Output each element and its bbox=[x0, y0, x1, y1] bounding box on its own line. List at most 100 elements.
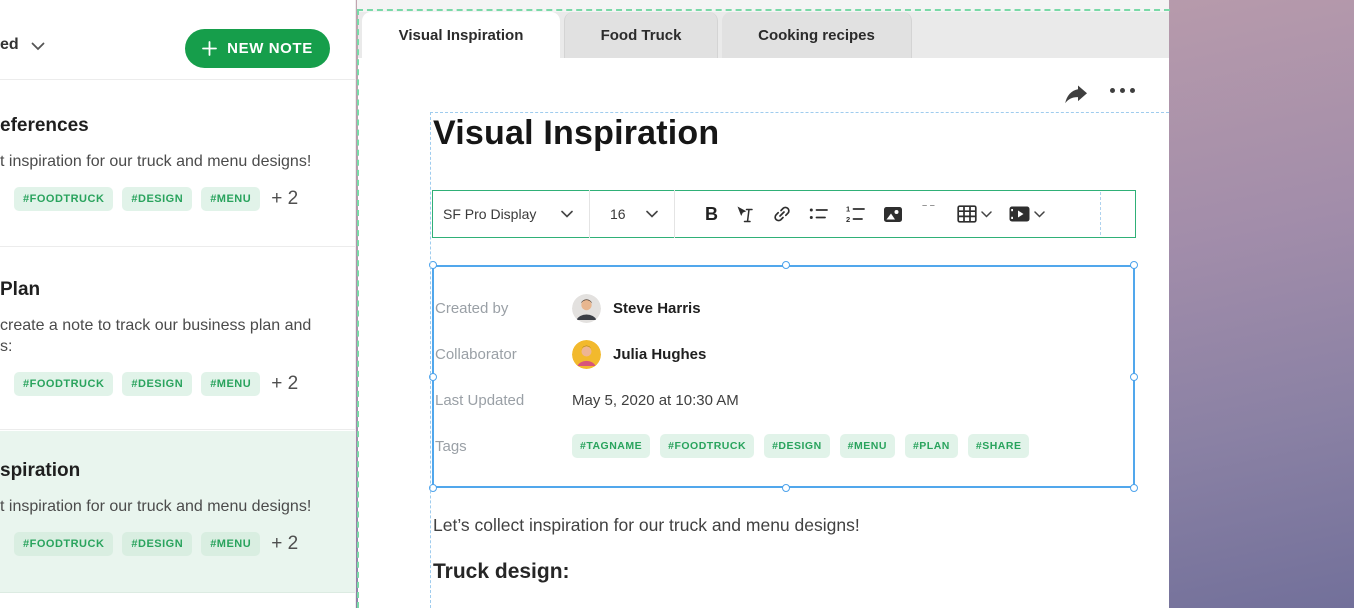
share-arrow-icon[interactable] bbox=[1063, 84, 1089, 108]
meta-row-last-updated: Last Updated May 5, 2020 at 10:30 AM bbox=[435, 385, 1125, 415]
tab-food-truck[interactable]: Food Truck bbox=[564, 12, 718, 58]
bulleted-list-icon[interactable] bbox=[809, 206, 829, 222]
tag-chip[interactable]: #SHARE bbox=[968, 434, 1030, 458]
toolbar-icons: B bbox=[675, 204, 1045, 224]
chevron-down-icon bbox=[1034, 211, 1045, 218]
new-note-label: NEW NOTE bbox=[227, 40, 313, 57]
selection-handle[interactable] bbox=[1130, 261, 1138, 269]
last-updated-value: May 5, 2020 at 10:30 AM bbox=[572, 392, 739, 409]
note-item-title: spiration bbox=[0, 460, 355, 482]
note-list-item[interactable]: Plan create a note to track our business… bbox=[0, 248, 355, 430]
tag-chip[interactable]: #FOODTRUCK bbox=[14, 532, 113, 556]
tag-chip[interactable]: #DESIGN bbox=[122, 187, 192, 211]
chevron-down-icon bbox=[561, 210, 573, 218]
sort-dropdown-label: ed bbox=[0, 36, 19, 54]
note-item-title: eferences bbox=[0, 115, 355, 137]
notes-sidebar: ed NEW NOTE eferences t inspiration for … bbox=[0, 0, 356, 608]
tag-chip[interactable]: #MENU bbox=[201, 187, 260, 211]
numbered-list-icon[interactable]: 1 2 bbox=[846, 205, 866, 223]
meta-row-tags: Tags #TAGNAME #FOODTRUCK #DESIGN #MENU #… bbox=[435, 431, 1125, 461]
avatar bbox=[572, 340, 601, 369]
note-section-heading[interactable]: Truck design: bbox=[433, 560, 570, 584]
tag-chip[interactable]: #MENU bbox=[840, 434, 895, 458]
link-icon[interactable] bbox=[772, 204, 792, 224]
note-item-title: Plan bbox=[0, 279, 355, 301]
meta-row-collaborator: Collaborator Julia Hughes bbox=[435, 339, 1125, 369]
page-title[interactable]: Visual Inspiration bbox=[433, 114, 719, 153]
note-item-tags: #FOODTRUCK #DESIGN #MENU + 2 bbox=[14, 187, 355, 211]
sort-dropdown[interactable]: ed bbox=[0, 36, 45, 54]
meta-label: Collaborator bbox=[435, 346, 572, 363]
chevron-down-icon bbox=[981, 211, 992, 218]
meta-label: Tags bbox=[435, 438, 572, 455]
chevron-down-icon bbox=[646, 210, 658, 218]
tab-bar: Visual Inspiration Food Truck Cooking re… bbox=[358, 12, 1169, 58]
italic-cursor-icon[interactable] bbox=[735, 205, 755, 224]
sidebar-header: ed NEW NOTE bbox=[0, 0, 355, 80]
note-item-description: create a note to track our business plan… bbox=[0, 315, 355, 336]
person-chip[interactable]: Julia Hughes bbox=[572, 340, 706, 369]
note-item-description: t inspiration for our truck and menu des… bbox=[0, 151, 355, 172]
selection-handle[interactable] bbox=[429, 484, 437, 492]
note-item-tags: #FOODTRUCK #DESIGN #MENU + 2 bbox=[14, 532, 355, 556]
person-name: Julia Hughes bbox=[613, 346, 706, 363]
new-note-button[interactable]: NEW NOTE bbox=[185, 29, 330, 68]
tag-overflow-count[interactable]: + 2 bbox=[271, 188, 298, 210]
tag-chip[interactable]: #FOODTRUCK bbox=[660, 434, 754, 458]
window-top-strip bbox=[357, 0, 1169, 12]
person-chip[interactable]: Steve Harris bbox=[572, 294, 701, 323]
tag-chip[interactable]: #MENU bbox=[201, 532, 260, 556]
tag-chip[interactable]: #TAGNAME bbox=[572, 434, 650, 458]
tab-label: Cooking recipes bbox=[758, 27, 875, 44]
tag-chip[interactable]: #FOODTRUCK bbox=[14, 372, 113, 396]
tab-label: Visual Inspiration bbox=[399, 27, 524, 44]
meta-row-created-by: Created by Steve Harris bbox=[435, 293, 1125, 323]
selection-handle[interactable] bbox=[1130, 373, 1138, 381]
table-insert-button[interactable] bbox=[957, 205, 992, 223]
tab-visual-inspiration[interactable]: Visual Inspiration bbox=[362, 12, 560, 58]
selection-handle[interactable] bbox=[782, 261, 790, 269]
selection-handle[interactable] bbox=[1130, 484, 1138, 492]
note-list-item-selected[interactable]: spiration t inspiration for our truck an… bbox=[0, 431, 355, 593]
note-item-tags: #FOODTRUCK #DESIGN #MENU + 2 bbox=[14, 372, 355, 396]
tag-chip[interactable]: #FOODTRUCK bbox=[14, 187, 113, 211]
selection-handle[interactable] bbox=[782, 484, 790, 492]
tag-chip[interactable]: #MENU bbox=[201, 372, 260, 396]
meta-label: Last Updated bbox=[435, 392, 572, 409]
tag-chip[interactable]: #DESIGN bbox=[764, 434, 830, 458]
font-size-select[interactable]: 16 bbox=[590, 191, 674, 237]
meta-label: Created by bbox=[435, 300, 572, 317]
tag-chip[interactable]: #DESIGN bbox=[122, 372, 192, 396]
font-family-select[interactable]: SF Pro Display bbox=[433, 191, 589, 237]
tab-cooking-recipes[interactable]: Cooking recipes bbox=[722, 12, 912, 58]
image-icon[interactable] bbox=[883, 206, 903, 223]
svg-text:2: 2 bbox=[846, 215, 850, 223]
svg-text:1: 1 bbox=[846, 205, 850, 214]
formatting-toolbar: SF Pro Display 16 B bbox=[432, 190, 1136, 238]
bold-button[interactable]: B bbox=[705, 204, 718, 224]
font-family-value: SF Pro Display bbox=[443, 206, 536, 222]
tag-overflow-count[interactable]: + 2 bbox=[271, 533, 298, 555]
chevron-down-icon bbox=[31, 40, 45, 51]
selection-handle[interactable] bbox=[429, 373, 437, 381]
tag-overflow-count[interactable]: + 2 bbox=[271, 373, 298, 395]
tag-chip[interactable]: #DESIGN bbox=[122, 532, 192, 556]
blockquote-icon[interactable] bbox=[920, 205, 940, 223]
video-insert-button[interactable] bbox=[1009, 206, 1045, 222]
person-name: Steve Harris bbox=[613, 300, 701, 317]
selection-handle[interactable] bbox=[429, 261, 437, 269]
tag-chip[interactable]: #PLAN bbox=[905, 434, 958, 458]
tab-label: Food Truck bbox=[601, 27, 682, 44]
plus-icon bbox=[202, 41, 217, 56]
note-list-item[interactable]: eferences t inspiration for our truck an… bbox=[0, 81, 355, 247]
document-actions bbox=[1058, 78, 1158, 114]
avatar bbox=[572, 294, 601, 323]
font-size-value: 16 bbox=[610, 206, 626, 222]
note-item-description-line2: s: bbox=[0, 336, 355, 357]
ellipsis-icon[interactable] bbox=[1110, 88, 1135, 93]
note-item-description: t inspiration for our truck and menu des… bbox=[0, 496, 355, 517]
note-tags: #TAGNAME #FOODTRUCK #DESIGN #MENU #PLAN … bbox=[572, 434, 1029, 458]
note-metadata-block[interactable]: Created by Steve Harris Collaborator bbox=[432, 265, 1135, 488]
app-canvas: ed NEW NOTE eferences t inspiration for … bbox=[0, 0, 1354, 608]
note-body-paragraph[interactable]: Let’s collect inspiration for our truck … bbox=[433, 515, 860, 536]
